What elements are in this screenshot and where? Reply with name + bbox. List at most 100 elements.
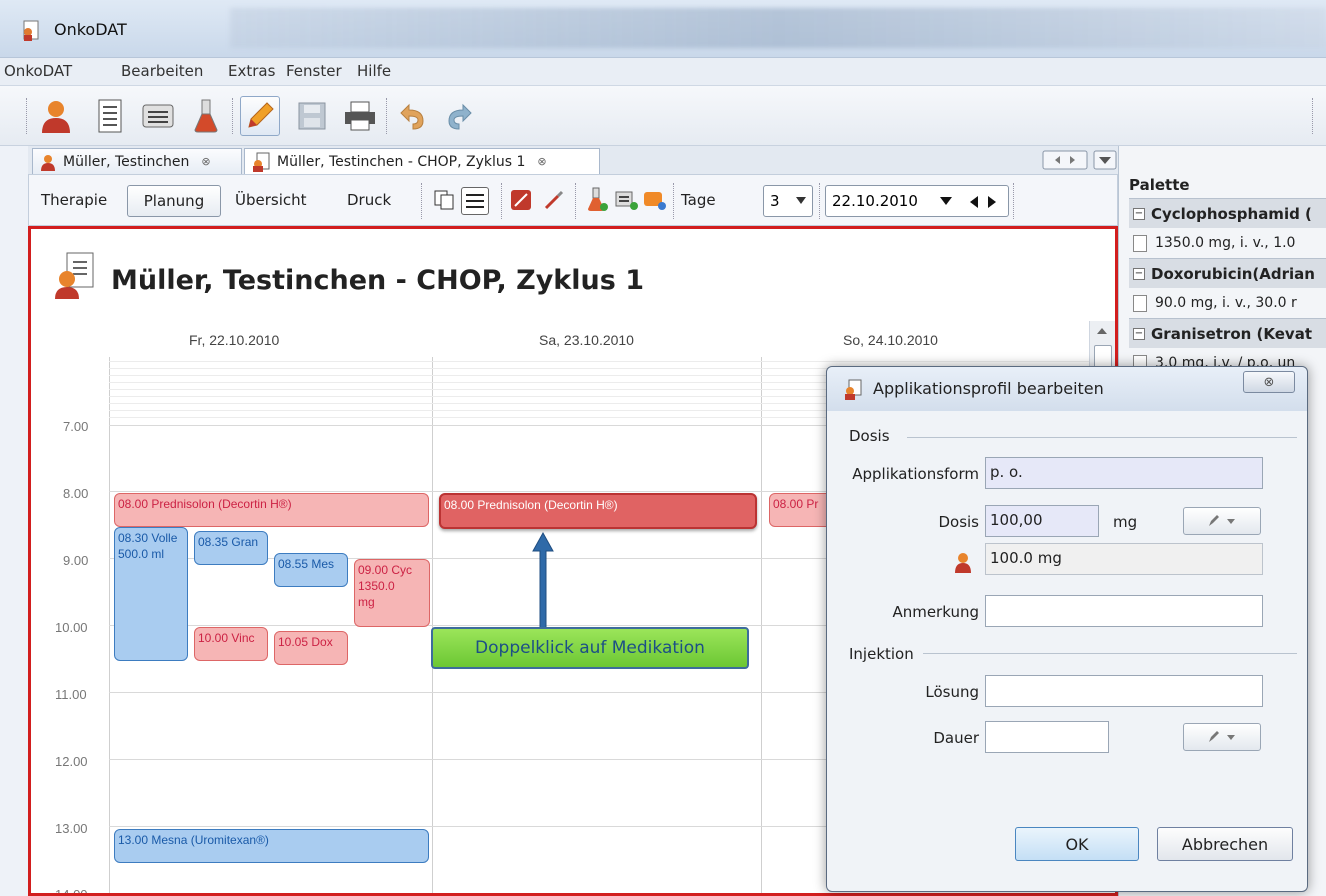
time-label: 13.00 (55, 821, 88, 836)
medication-event[interactable]: 09.00 Cyc 1350.0 mg (354, 559, 430, 627)
calculated-dose-field: 100.0 mg (985, 543, 1263, 575)
app-icon (23, 20, 39, 41)
palette-group[interactable]: − Cyclophosphamid ( (1129, 198, 1326, 228)
patient-icon (955, 553, 971, 573)
patient-icon[interactable] (36, 96, 76, 136)
list-add-icon[interactable] (615, 189, 639, 215)
tab-patient[interactable]: Müller, Testinchen ⊗ (32, 148, 242, 174)
document-tabs: Müller, Testinchen ⊗ Müller, Testinchen … (28, 146, 1118, 174)
medication-event[interactable]: 08.00 Prednisolon (Decortin H®) (114, 493, 429, 527)
medication-event[interactable]: 13.00 Mesna (Uromitexan®) (114, 829, 429, 863)
pencil-dropdown-icon (1209, 731, 1235, 742)
menu-hilfe[interactable]: Hilfe (357, 62, 391, 80)
tab-therapy-plan[interactable]: Müller, Testinchen - CHOP, Zyklus 1 ⊗ (244, 148, 600, 174)
medication-event[interactable]: 08.30 Volle 500.0 ml (114, 527, 188, 661)
medication-event[interactable]: 10.05 Dox (274, 631, 348, 665)
page-icon (1133, 294, 1147, 312)
palette-group[interactable]: − Granisetron (Kevat (1129, 318, 1326, 348)
collapse-icon[interactable]: − (1133, 327, 1145, 340)
medication-event[interactable]: 08.35 Gran (194, 531, 268, 565)
chevron-down-icon[interactable] (940, 197, 952, 206)
tab-uebersicht[interactable]: Übersicht (235, 191, 307, 209)
menu-bearbeiten[interactable]: Bearbeiten (121, 62, 203, 80)
tab-planung[interactable]: Planung (127, 185, 221, 217)
tab-therapie[interactable]: Therapie (41, 191, 107, 209)
page-icon (1133, 234, 1147, 252)
time-label: 7.00 (63, 419, 89, 434)
dosis-label: Dosis (938, 513, 979, 531)
menu-onkodat[interactable]: OnkoDAT (4, 62, 72, 80)
infusion-icon[interactable] (585, 187, 609, 217)
chevron-down-icon (796, 197, 806, 204)
dauer-field[interactable] (985, 721, 1109, 753)
copy-icon[interactable] (433, 189, 455, 215)
page-title: Müller, Testinchen - CHOP, Zyklus 1 (111, 265, 644, 296)
dosis-field[interactable]: 100,00 (985, 505, 1099, 537)
document-icon[interactable] (90, 96, 130, 136)
anmerkung-field[interactable] (985, 595, 1263, 627)
loesung-label: Lösung (925, 683, 979, 701)
medication-event[interactable]: 10.00 Vinc (194, 627, 268, 661)
edit-dropdown-button[interactable] (1183, 723, 1261, 751)
tab-close-icon[interactable]: ⊗ (201, 155, 210, 168)
palette-title: Palette (1129, 176, 1190, 194)
day-header: So, 24.10.2010 (843, 332, 938, 348)
pipette-icon[interactable] (543, 189, 565, 215)
print-icon[interactable] (340, 96, 380, 136)
section-injektion: Injektion (849, 645, 914, 663)
applikationsform-field[interactable]: p. o. (985, 457, 1263, 489)
edit-pencil-icon[interactable] (240, 96, 280, 136)
menu-extras[interactable]: Extras (228, 62, 275, 80)
edit-application-profile-dialog: Applikationsprofil bearbeiten ⊗ Dosis Ap… (826, 366, 1308, 892)
cancel-button[interactable]: Abbrechen (1157, 827, 1293, 861)
orange-tag-icon[interactable] (643, 189, 667, 215)
menu-bar: OnkoDAT Bearbeiten Extras Fenster Hilfe (0, 58, 1326, 86)
day-header: Sa, 23.10.2010 (539, 332, 634, 348)
dosis-unit: mg (1113, 513, 1138, 531)
tab-close-icon[interactable]: ⊗ (537, 155, 546, 168)
redo-icon[interactable] (440, 96, 480, 136)
app-window: OnkoDAT OnkoDAT Bearbeiten Extras Fenste… (0, 0, 1326, 896)
window-title: OnkoDAT (54, 20, 127, 39)
palette-group[interactable]: − Doxorubicin(Adrian (1129, 258, 1326, 288)
flask-icon[interactable] (186, 96, 226, 136)
day-header: Fr, 22.10.2010 (189, 332, 280, 348)
ok-button[interactable]: OK (1015, 827, 1139, 861)
next-day-icon[interactable] (988, 196, 996, 208)
menu-fenster[interactable]: Fenster (286, 62, 342, 80)
view-toolbar: Therapie Planung Übersicht Druck Tage 3 … (28, 174, 1118, 226)
list-view-icon[interactable] (461, 187, 489, 215)
edit-dropdown-button[interactable] (1183, 507, 1261, 535)
blurred-taskbar-area (230, 8, 1326, 48)
tab-navigation (1042, 150, 1118, 170)
time-label: 11.00 (55, 687, 87, 702)
pointer-arrow-icon (532, 531, 554, 630)
date-picker[interactable]: 22.10.2010 (825, 185, 1009, 217)
palette-item[interactable]: 90.0 mg, i. v., 30.0 r (1129, 288, 1326, 318)
tab-label: Müller, Testinchen - CHOP, Zyklus 1 (277, 153, 526, 170)
save-icon[interactable] (292, 96, 332, 136)
time-label: 8.00 (63, 486, 89, 501)
pencil-dropdown-icon (1209, 515, 1235, 526)
time-label: 14.00 (55, 887, 88, 896)
loesung-field[interactable] (985, 675, 1263, 707)
palette-item[interactable]: 1350.0 mg, i. v., 1.0 (1129, 228, 1326, 258)
collapse-icon[interactable]: − (1133, 267, 1145, 280)
patient-icon (41, 154, 55, 171)
tab-druck[interactable]: Druck (347, 191, 391, 209)
main-toolbar (0, 86, 1326, 146)
list-icon[interactable] (138, 96, 178, 136)
selected-medication-event[interactable]: 08.00 Prednisolon (Decortin H®) (439, 493, 757, 529)
scroll-up-icon[interactable] (1090, 321, 1114, 341)
undo-icon[interactable] (392, 96, 432, 136)
collapse-icon[interactable]: − (1133, 207, 1145, 220)
red-marker-icon[interactable] (509, 188, 533, 216)
time-label: 9.00 (63, 553, 89, 568)
medication-event[interactable]: 08.55 Mes (274, 553, 348, 587)
close-icon[interactable]: ⊗ (1243, 371, 1295, 393)
tage-label: Tage (681, 191, 716, 209)
prev-day-icon[interactable] (970, 196, 978, 208)
dauer-label: Dauer (933, 729, 979, 747)
instruction-callout: Doppelklick auf Medikation (431, 627, 749, 669)
tage-select[interactable]: 3 (763, 185, 813, 217)
